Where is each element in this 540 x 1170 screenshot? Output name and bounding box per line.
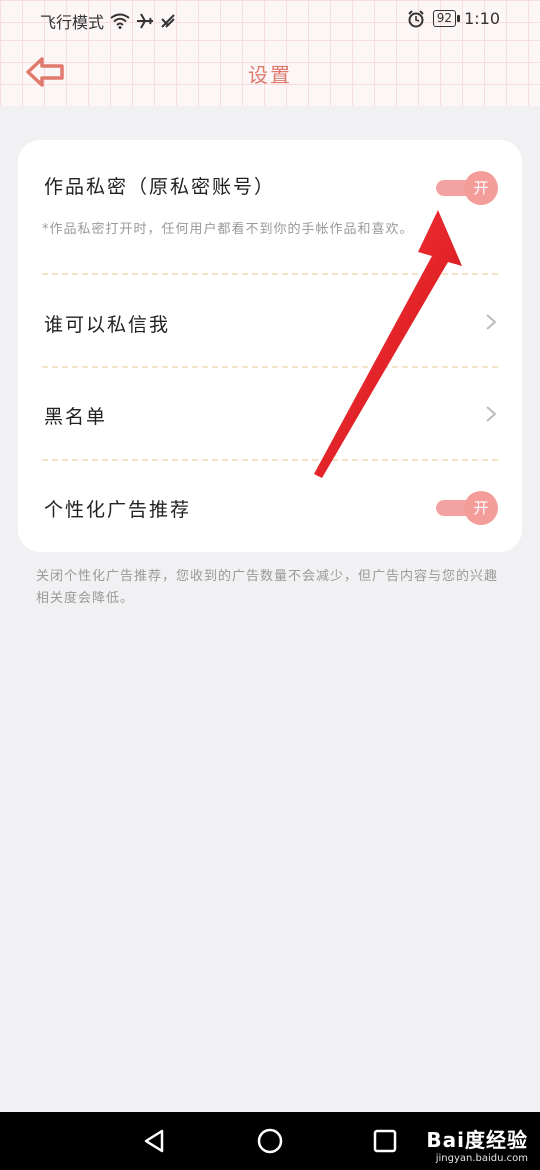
status-bar: 飞行模式 92 1:10 <box>0 0 540 40</box>
header: 设置 <box>0 40 540 106</box>
chevron-right-icon[interactable] <box>484 313 498 331</box>
private-works-note: *作品私密打开时，任何用户都看不到你的手帐作品和喜欢。 <box>42 222 414 237</box>
who-can-message-label[interactable]: 谁可以私信我 <box>44 310 170 337</box>
system-nav-bar: Bai度经验 jingyan.baidu.com <box>0 1112 540 1170</box>
signal-icon <box>161 14 175 28</box>
recents-square-icon[interactable] <box>370 1126 400 1156</box>
status-right: 92 1:10 <box>407 9 500 28</box>
page-title: 设置 <box>248 63 292 87</box>
watermark: Bai度经验 jingyan.baidu.com <box>426 1124 528 1164</box>
divider <box>42 459 498 461</box>
toggle-knob: 开 <box>464 491 498 525</box>
watermark-url: jingyan.baidu.com <box>435 1153 528 1164</box>
personalized-ads-label: 个性化广告推荐 <box>44 499 192 521</box>
clock: 1:10 <box>464 9 500 28</box>
divider <box>42 273 498 275</box>
private-works-toggle[interactable]: 开 <box>436 171 498 205</box>
battery-indicator: 92 <box>432 10 461 27</box>
airplane-mode-label: 飞行模式 <box>40 13 105 32</box>
wifi-icon <box>110 13 130 29</box>
toggle-knob: 开 <box>464 171 498 205</box>
settings-card: 作品私密（原私密账号） 开 *作品私密打开时，任何用户都看不到你的手帐作品和喜欢… <box>18 140 522 552</box>
watermark-brand: Bai度经验 <box>426 1128 528 1152</box>
blacklist-label[interactable]: 黑名单 <box>44 402 107 429</box>
personalized-ads-toggle[interactable]: 开 <box>436 491 498 525</box>
chevron-right-icon[interactable] <box>484 405 498 423</box>
home-circle-icon[interactable] <box>255 1126 285 1156</box>
status-left: 飞行模式 <box>40 9 176 33</box>
back-triangle-icon[interactable] <box>140 1126 170 1156</box>
private-works-label: 作品私密（原私密账号） <box>44 176 276 198</box>
divider <box>42 366 498 368</box>
alarm-icon <box>408 9 424 27</box>
airplane-icon <box>137 13 154 29</box>
ads-footer-note: 关闭个性化广告推荐，您收到的广告数量不会减少，但广告内容与您的兴趣相关度会降低。 <box>36 569 499 606</box>
